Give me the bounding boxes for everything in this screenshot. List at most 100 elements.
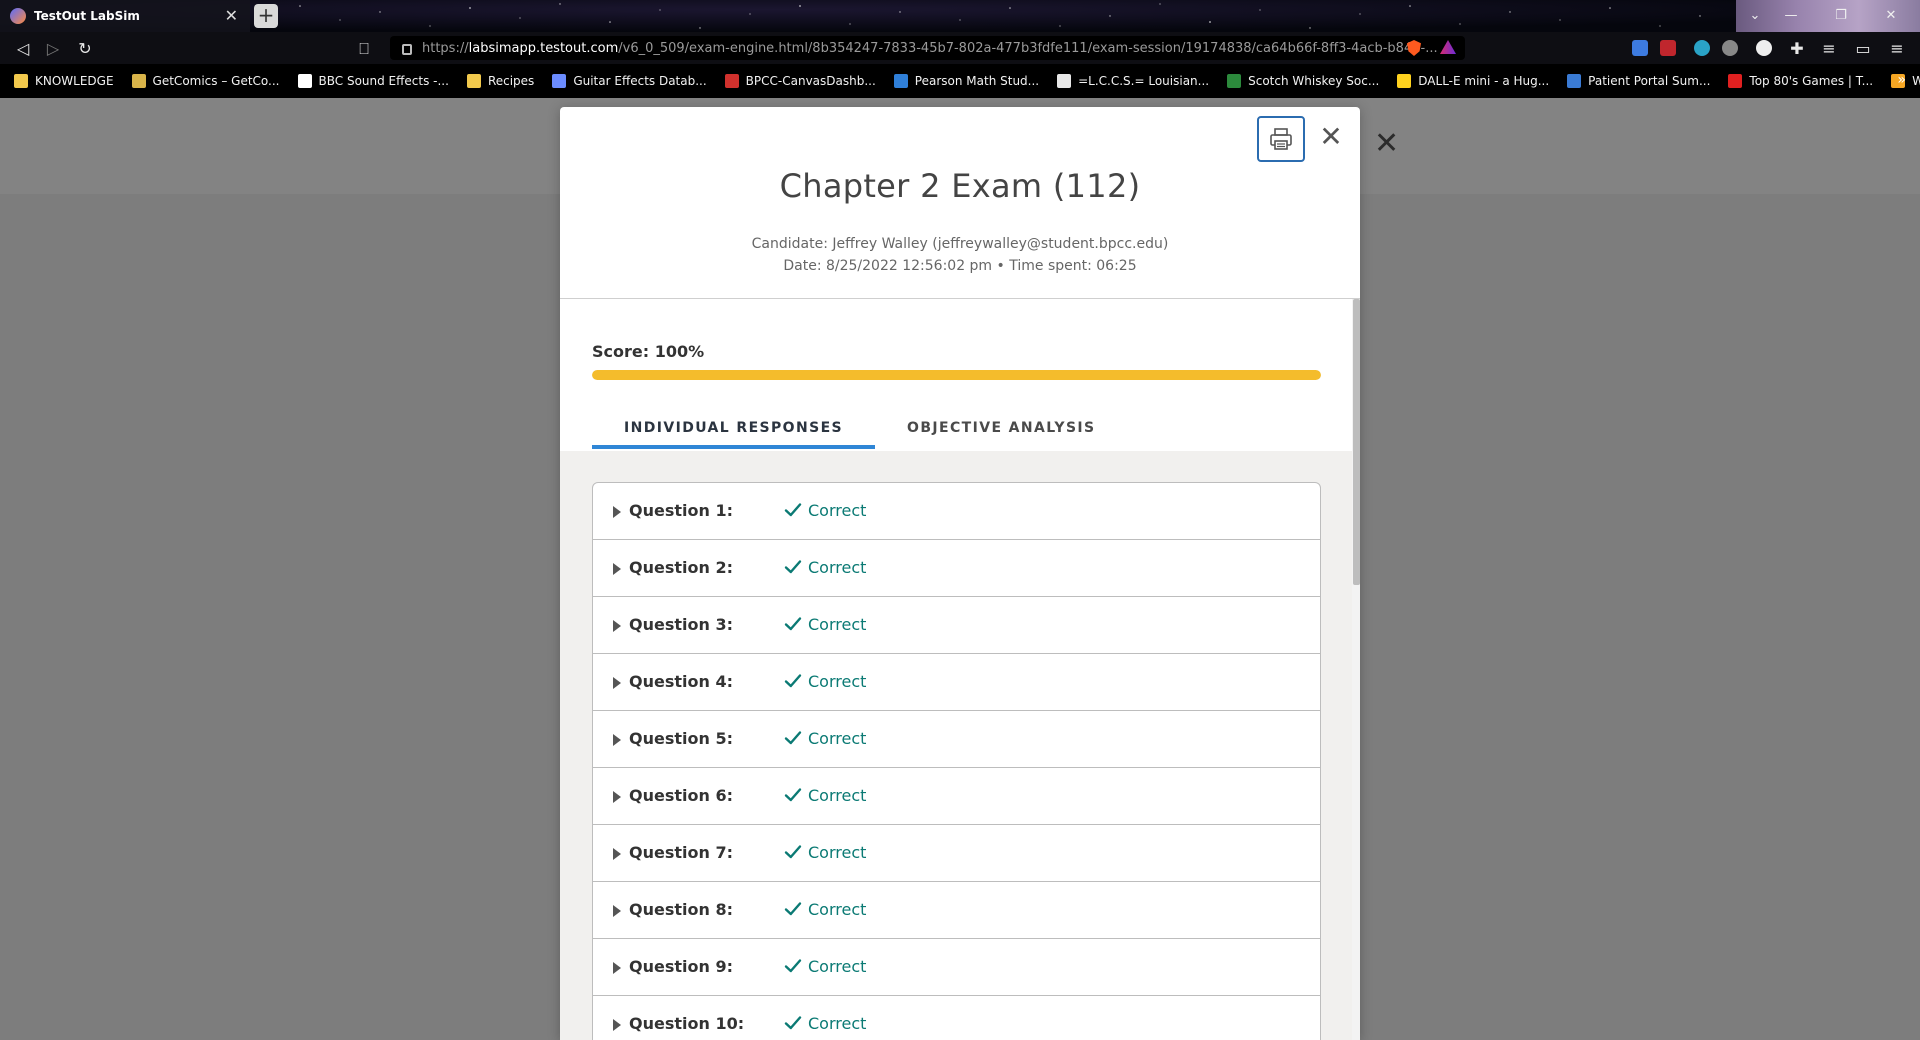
- question-row[interactable]: Question 9: Correct: [593, 939, 1320, 996]
- browser-tab-title: TestOut LabSim: [34, 9, 140, 23]
- question-label: Question 6:: [629, 786, 733, 805]
- question-row[interactable]: Question 3: Correct: [593, 597, 1320, 654]
- bookmark-favicon-icon: [1057, 74, 1072, 88]
- tab-close-icon[interactable]: ✕: [225, 6, 238, 25]
- question-row[interactable]: Question 4: Correct: [593, 654, 1320, 711]
- bookmarks-overflow-button[interactable]: »: [1897, 72, 1906, 88]
- translate-extension-icon[interactable]: [1632, 40, 1648, 56]
- checkmark-icon: [784, 674, 802, 688]
- restore-icon[interactable]: ❐: [1826, 4, 1856, 28]
- url-host: labsimapp.testout.com: [468, 40, 619, 56]
- question-row[interactable]: Question 10: Correct: [593, 996, 1320, 1040]
- browser-tab-active[interactable]: TestOut LabSim ✕: [0, 0, 250, 32]
- scrollbar-thumb[interactable]: [1353, 299, 1360, 585]
- checkmark-icon: [784, 1016, 802, 1030]
- expand-caret-icon[interactable]: [613, 791, 621, 803]
- results-scroll-region[interactable]: Score: 100% INDIVIDUAL RESPONSES OBJECTI…: [560, 299, 1352, 1040]
- question-row[interactable]: Question 7: Correct: [593, 825, 1320, 882]
- expand-caret-icon[interactable]: [613, 962, 621, 974]
- modal-close-icon[interactable]: ✕: [1316, 123, 1346, 153]
- results-tabs: INDIVIDUAL RESPONSES OBJECTIVE ANALYSIS: [592, 407, 1128, 449]
- window-controls-area: ⌄ — ❐ ✕: [1736, 0, 1920, 32]
- question-row[interactable]: Question 5: Correct: [593, 711, 1320, 768]
- bookmark-item[interactable]: Patient Portal Sum...: [1567, 74, 1710, 88]
- bookmark-item[interactable]: Pearson Math Stud...: [893, 74, 1040, 88]
- bookmark-label: BPCC-CanvasDashb...: [745, 74, 876, 88]
- expand-caret-icon[interactable]: [613, 848, 621, 860]
- tab-individual-responses[interactable]: INDIVIDUAL RESPONSES: [592, 407, 876, 449]
- reload-icon[interactable]: ↻: [74, 38, 96, 60]
- question-status: Correct: [808, 501, 867, 520]
- globe-favicon-icon: [10, 8, 26, 24]
- expand-caret-icon[interactable]: [613, 734, 621, 746]
- expand-caret-icon[interactable]: [613, 1019, 621, 1031]
- lock-icon: [402, 43, 412, 55]
- question-row[interactable]: Question 1: Correct: [593, 483, 1320, 540]
- checkmark-icon: [784, 560, 802, 574]
- red-extension-icon[interactable]: [1660, 40, 1676, 56]
- forward-icon[interactable]: ▷: [42, 38, 64, 60]
- tab-objective-analysis[interactable]: OBJECTIVE ANALYSIS: [875, 407, 1128, 449]
- bookmark-favicon-icon: [466, 74, 481, 88]
- exam-results-modal: ✕ Chapter 2 Exam (112) Candidate: Jeffre…: [560, 107, 1360, 1040]
- checkmark-icon: [784, 845, 802, 859]
- menu-icon[interactable]: ≡: [1886, 38, 1908, 60]
- browser-toolbar: ◁ ▷ ↻ ⎕ https://labsimapp.testout.com/v6…: [0, 32, 1920, 64]
- exam-date-info: Date: 8/25/2022 12:56:02 pm • Time spent…: [783, 258, 1137, 274]
- question-label: Question 8:: [629, 900, 733, 919]
- bookmark-item[interactable]: GetComics – GetCo...: [131, 74, 280, 88]
- score-progress-fill: [592, 370, 1321, 380]
- bookmark-favicon-icon: [14, 74, 28, 88]
- bookmark-favicon-icon: [1728, 74, 1743, 88]
- circle-extension-icon[interactable]: [1756, 40, 1772, 56]
- bookmark-item[interactable]: KNOWLEDGE: [14, 74, 114, 88]
- bookmark-favicon-icon: [893, 74, 908, 88]
- bookmark-icon[interactable]: ⎕: [353, 38, 375, 60]
- address-bar[interactable]: https://labsimapp.testout.com/v6_0_509/e…: [390, 36, 1465, 60]
- bookmark-label: Top 80's Games | T...: [1749, 74, 1874, 88]
- bookmark-label: GetComics – GetCo...: [152, 74, 280, 88]
- bookmark-item[interactable]: BPCC-CanvasDashb...: [724, 74, 876, 88]
- question-label: Question 7:: [629, 843, 733, 862]
- new-tab-button[interactable]: +: [254, 4, 278, 28]
- chevron-down-icon[interactable]: ⌄: [1740, 4, 1770, 28]
- close-window-icon[interactable]: ✕: [1876, 4, 1906, 28]
- expand-caret-icon[interactable]: [613, 506, 621, 518]
- wallet-icon[interactable]: ▭: [1852, 38, 1874, 60]
- question-row[interactable]: Question 8: Correct: [593, 882, 1320, 939]
- score-label: Score: 100%: [592, 342, 705, 361]
- playlist-icon[interactable]: ≡: [1818, 38, 1840, 60]
- question-row[interactable]: Question 2: Correct: [593, 540, 1320, 597]
- bookmark-favicon-icon: [297, 74, 312, 88]
- printer-icon: [1270, 128, 1292, 150]
- bookmark-item[interactable]: BBC Sound Effects -...: [297, 74, 449, 88]
- bookmark-item[interactable]: Top 80's Games | T...: [1728, 74, 1873, 88]
- question-status: Correct: [808, 558, 867, 577]
- bookmark-label: DALL-E mini - a Hug...: [1418, 74, 1550, 88]
- question-row[interactable]: Question 6: Correct: [593, 768, 1320, 825]
- minimize-icon[interactable]: —: [1776, 4, 1806, 28]
- bookmark-label: Recipes: [487, 74, 535, 88]
- bookmark-item[interactable]: Recipes: [466, 74, 535, 88]
- bookmark-item[interactable]: Scotch Whiskey Soc...: [1227, 74, 1379, 88]
- bookmark-favicon-icon: [552, 74, 567, 88]
- wikipedia-extension-icon[interactable]: [1722, 40, 1738, 56]
- print-button[interactable]: [1257, 116, 1305, 162]
- react-extension-icon[interactable]: [1694, 40, 1710, 56]
- question-label: Question 4:: [629, 672, 733, 691]
- bookmark-item[interactable]: =L.C.C.S.= Louisian...: [1057, 74, 1209, 88]
- expand-caret-icon[interactable]: [613, 905, 621, 917]
- expand-caret-icon[interactable]: [613, 620, 621, 632]
- expand-caret-icon[interactable]: [613, 677, 621, 689]
- page-close-icon[interactable]: ✕: [1374, 129, 1399, 159]
- bookmark-favicon-icon: [131, 74, 146, 88]
- bookmark-favicon-icon: [724, 74, 739, 88]
- url-path: /v6_0_509/exam-engine.html/8b354247-7833…: [618, 40, 1438, 56]
- puzzle-extensions-icon[interactable]: ✚: [1786, 38, 1808, 60]
- bookmark-label: Pearson Math Stud...: [914, 74, 1040, 88]
- browser-tab-bar: TestOut LabSim ✕ + ⌄ — ❐ ✕: [0, 0, 1920, 32]
- bookmark-item[interactable]: DALL-E mini - a Hug...: [1397, 74, 1549, 88]
- bookmark-item[interactable]: Guitar Effects Datab...: [552, 74, 707, 88]
- back-icon[interactable]: ◁: [12, 38, 34, 60]
- expand-caret-icon[interactable]: [613, 563, 621, 575]
